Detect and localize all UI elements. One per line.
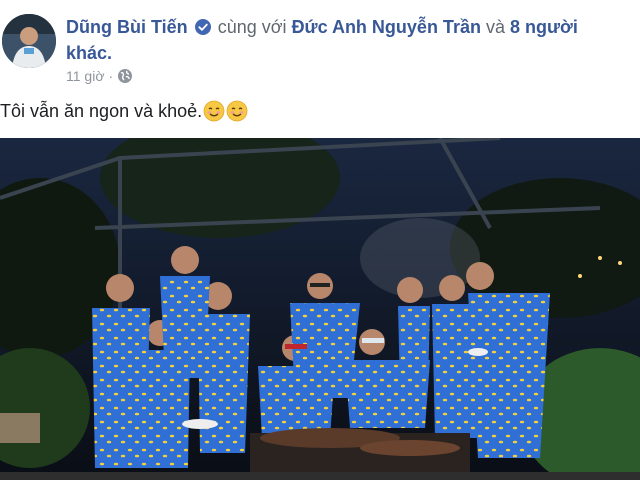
smiling-face-icon: [226, 100, 248, 122]
group-photo: [0, 138, 640, 472]
meta-separator: ·: [108, 68, 114, 84]
and-text: và: [485, 17, 505, 37]
post-timestamp[interactable]: 11 giờ: [66, 68, 105, 84]
with-text: cùng với: [217, 17, 287, 37]
author-avatar[interactable]: [2, 14, 56, 68]
avatar-image: [2, 14, 56, 68]
author-line: Dũng Bùi Tiến cùng với Đức Anh Nguyễn Tr…: [66, 14, 626, 66]
globe-icon[interactable]: [117, 68, 133, 84]
verified-badge-icon: [194, 19, 211, 35]
post-meta: 11 giờ ·: [66, 68, 133, 84]
post-header: Dũng Bùi Tiến cùng với Đức Anh Nguyễn Tr…: [0, 0, 640, 92]
next-photo-strip: [0, 472, 640, 480]
tagged-person-link[interactable]: Đức Anh Nguyễn Trần: [292, 17, 481, 37]
smiling-face-icon: [203, 100, 225, 122]
post-photo[interactable]: [0, 138, 640, 472]
post-message: Tôi vẫn ăn ngon và khoẻ.: [0, 98, 248, 124]
author-name-link[interactable]: Dũng Bùi Tiến: [66, 17, 188, 37]
post-text: Tôi vẫn ăn ngon và khoẻ.: [0, 101, 203, 121]
